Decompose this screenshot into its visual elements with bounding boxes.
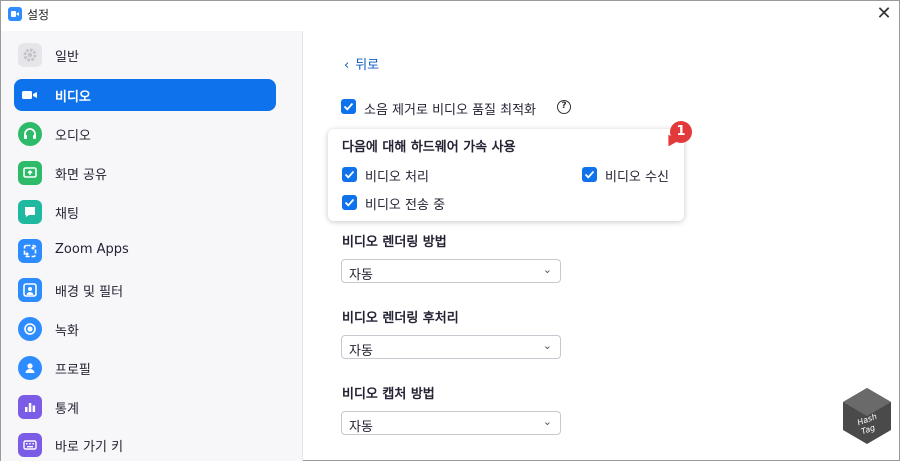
sidebar-item-zoom-apps[interactable]: Zoom Apps	[14, 235, 276, 267]
sidebar-item-chat[interactable]: 채팅	[14, 196, 276, 228]
sidebar-item-label: 채팅	[55, 207, 79, 222]
sidebar-item-statistics[interactable]: 통계	[14, 391, 276, 423]
sidebar-item-label: 오디오	[55, 129, 91, 144]
back-label: 뒤로	[355, 58, 380, 73]
sidebar-item-label: 일반	[55, 50, 79, 65]
window-title: 설정	[27, 8, 50, 22]
video-receiving-label: 비디오 수신	[605, 170, 669, 185]
video-sending-label: 비디오 전송 중	[365, 198, 446, 213]
screen-share-icon	[18, 161, 42, 185]
video-receiving-checkbox[interactable]	[582, 167, 597, 182]
rendering-post-processing-title: 비디오 렌더링 후처리	[342, 311, 459, 326]
sidebar-item-label: 프로필	[55, 363, 91, 378]
back-link[interactable]: ‹ 뒤로	[344, 54, 379, 73]
hardware-acceleration-panel: 다음에 대해 하드웨어 가속 사용 비디오 처리 비디오 수신 비디오 전송 중	[328, 129, 684, 221]
capture-method-value: 자동	[349, 420, 373, 435]
sidebar-item-label: 비디오	[55, 90, 91, 105]
title-bar: 설정 ✕	[1, 1, 899, 27]
rendering-post-processing-value: 자동	[349, 344, 373, 359]
video-processing-label: 비디오 처리	[365, 170, 429, 185]
video-processing-checkbox[interactable]	[342, 167, 357, 182]
sidebar-item-screen-share[interactable]: 화면 공유	[14, 157, 276, 189]
sidebar-item-shortcuts[interactable]: 바로 가기 키	[14, 429, 276, 461]
keyboard-icon	[18, 433, 42, 457]
sidebar-item-label: 바로 가기 키	[55, 440, 124, 455]
sidebar-item-label: Zoom Apps	[55, 242, 129, 257]
chevron-down-icon: ⌄	[542, 339, 552, 352]
hardware-acceleration-title: 다음에 대해 하드웨어 가속 사용	[342, 140, 516, 155]
sidebar-item-label: 화면 공유	[55, 168, 107, 183]
noise-suppression-checkbox[interactable]	[341, 99, 356, 114]
rendering-method-select[interactable]: 자동 ⌄	[341, 259, 561, 283]
video-sending-checkbox[interactable]	[342, 195, 357, 210]
apps-icon	[18, 239, 42, 263]
background-icon	[18, 278, 42, 302]
sidebar-item-label: 통계	[55, 402, 79, 417]
gear-icon	[18, 43, 42, 67]
chat-bubble-icon	[18, 200, 42, 224]
callout-badge: 1	[670, 121, 692, 143]
video-camera-icon	[18, 83, 42, 107]
chevron-down-icon: ⌄	[542, 415, 552, 428]
sidebar-item-label: 녹화	[55, 324, 79, 339]
chevron-down-icon: ⌄	[542, 263, 552, 276]
sidebar-item-audio[interactable]: 오디오	[14, 118, 276, 150]
sidebar-item-video[interactable]: 비디오	[14, 79, 276, 111]
noise-suppression-label: 소음 제거로 비디오 품질 최적화	[364, 103, 537, 118]
rendering-post-processing-select[interactable]: 자동 ⌄	[341, 335, 561, 359]
statistics-icon	[18, 395, 42, 419]
settings-sidebar: 일반 비디오 오디오 화면 공유 채팅 Zoom Apps 배경 및 필터 녹화…	[1, 31, 303, 461]
capture-method-title: 비디오 캡처 방법	[342, 387, 435, 402]
chevron-left-icon: ‹	[344, 58, 350, 73]
close-icon[interactable]: ✕	[873, 3, 895, 25]
sidebar-item-recording[interactable]: 녹화	[14, 313, 276, 345]
sidebar-item-background-filters[interactable]: 배경 및 필터	[14, 274, 276, 306]
help-icon[interactable]: ?	[557, 100, 571, 114]
capture-method-select[interactable]: 자동 ⌄	[341, 411, 561, 435]
sidebar-item-general[interactable]: 일반	[14, 39, 276, 71]
zoom-app-icon	[8, 7, 22, 21]
profile-icon	[18, 356, 42, 380]
rendering-method-value: 자동	[349, 268, 373, 283]
sidebar-item-profile[interactable]: 프로필	[14, 352, 276, 384]
settings-window: 설정 ✕ 일반 비디오 오디오 화면 공유 채팅 Zoom Apps 배경 및 …	[0, 0, 900, 461]
headphones-icon	[18, 122, 42, 146]
hashtag-logo-watermark: Hash Tag	[843, 388, 891, 444]
sidebar-item-label: 배경 및 필터	[55, 285, 124, 300]
record-icon	[18, 317, 42, 341]
rendering-method-title: 비디오 렌더링 방법	[342, 235, 447, 250]
